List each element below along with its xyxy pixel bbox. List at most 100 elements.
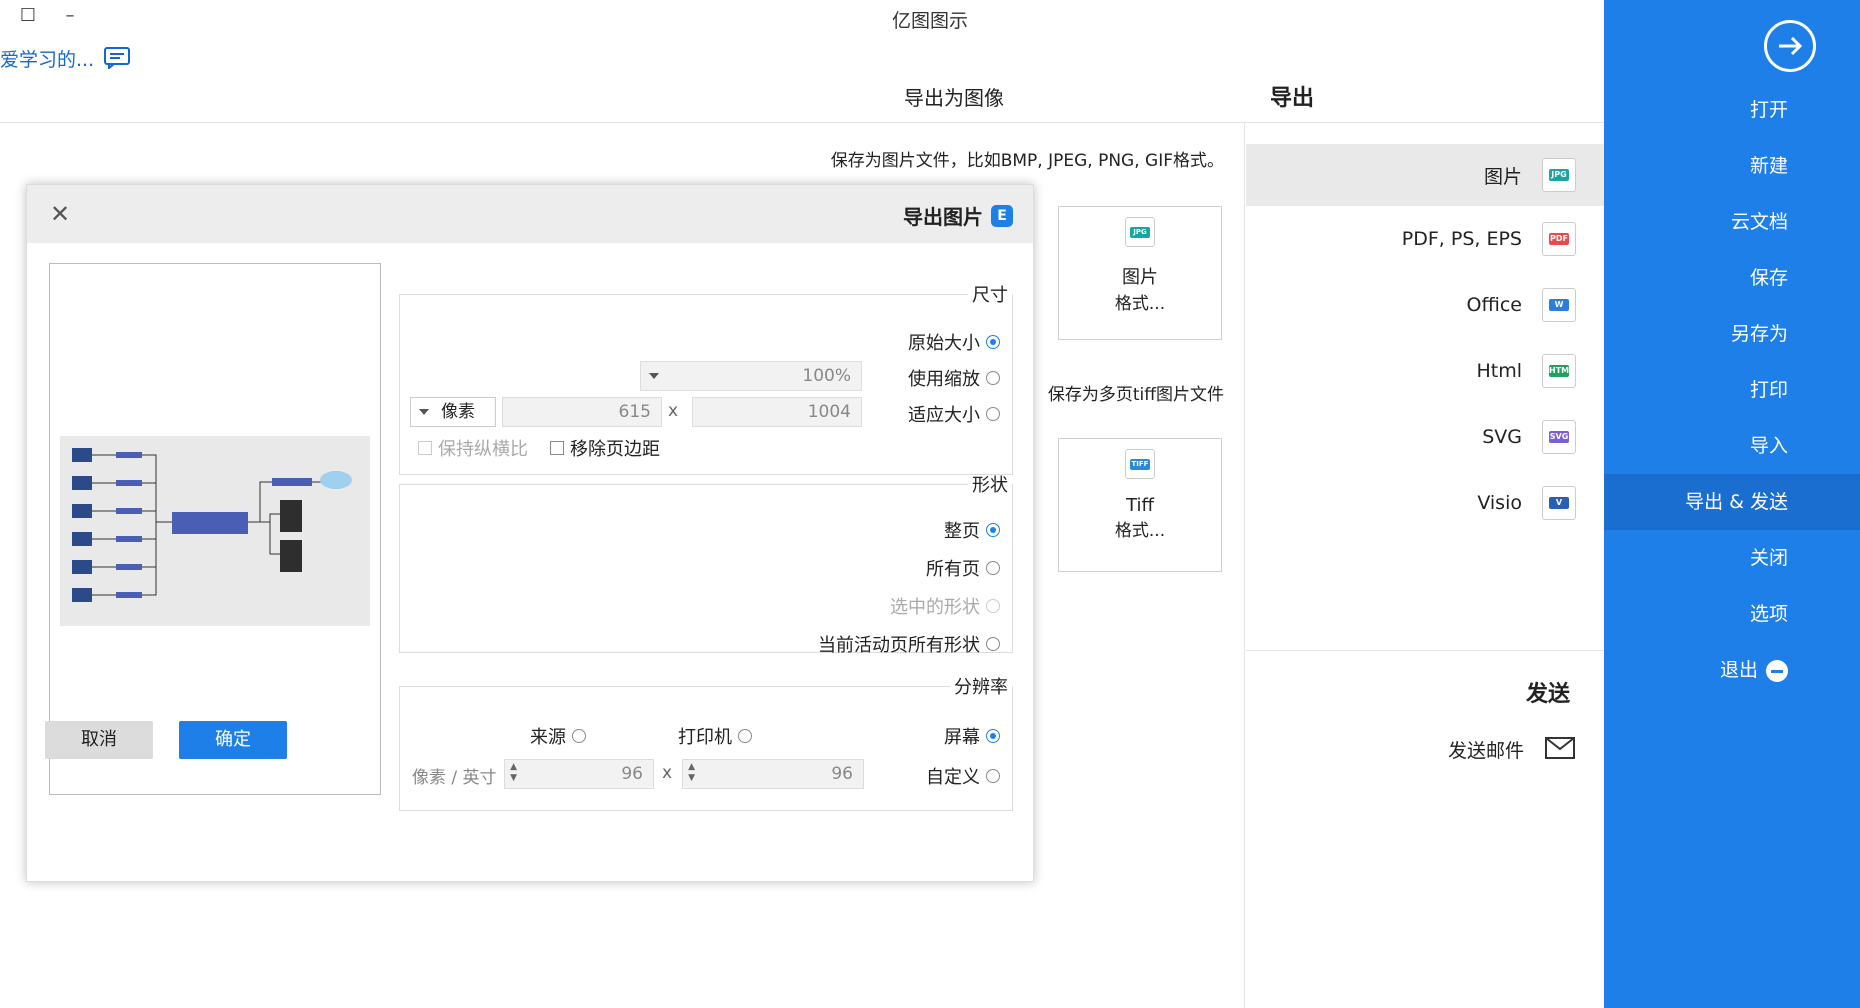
format-label: 图片 (1483, 165, 1522, 188)
sidebar-item-import[interactable]: 导入 (1604, 418, 1860, 474)
keep-ratio-option[interactable]: 保持纵横比 (418, 435, 528, 461)
unit-select[interactable]: 像素 (410, 397, 496, 427)
export-image-dialog: 导出图片 E ✕ 尺寸 原始大小 使用缩放 100% 适应大小 1004 x 6… (26, 184, 1034, 882)
fit-size-option[interactable]: 适应大小 (908, 401, 1000, 427)
card-title: Tiff (1126, 495, 1154, 516)
network-diagram-thumbnail (72, 448, 352, 602)
preview-panel (49, 263, 381, 795)
send-mail-item[interactable]: 发送邮件 (1246, 718, 1604, 780)
current-page-shapes-option[interactable]: 当前活动页所有形状 (818, 631, 1000, 657)
radio-button[interactable] (572, 729, 586, 743)
dpi-x-input[interactable]: ▲ ▼ 96 (682, 759, 864, 789)
zoom-select[interactable]: 100% (640, 361, 862, 391)
format-label: Visio (1477, 492, 1522, 514)
image-format-card[interactable]: JPG 图片 格式... (1058, 206, 1222, 340)
send-heading: 发送 (1525, 682, 1570, 707)
spinner-icon[interactable]: ▲ ▼ (507, 762, 517, 784)
html-file-icon: HTML (1542, 354, 1576, 388)
sidebar-item-print[interactable]: 打印 (1604, 362, 1860, 418)
cancel-button[interactable]: 取消 (45, 721, 153, 759)
send-mail-label: 发送邮件 (1447, 739, 1524, 762)
tiff-file-icon: TIFF (1125, 449, 1155, 479)
pdf-file-icon: PDF (1542, 222, 1576, 256)
remove-margin-option[interactable]: 移除页边距 (550, 435, 660, 461)
resolution-unit: 像素 / 英寸 (412, 768, 497, 788)
height-input[interactable]: 615 (502, 397, 662, 427)
format-label: SVG (1482, 426, 1522, 448)
maximize-button[interactable]: ☐ (8, 2, 48, 30)
dpi-y-input[interactable]: ▲ ▼ 96 (504, 759, 654, 789)
dialog-header: 导出图片 E ✕ (27, 185, 1033, 243)
jpg-file-icon: JPG (1125, 217, 1155, 247)
times-sign: x (662, 763, 673, 783)
radio-button[interactable] (986, 637, 1000, 651)
radio-button[interactable] (986, 335, 1000, 349)
resolution-group: 分辨率 屏幕 打印机 来源 自定义 ▲ ▼ 96 x ▲ ▼ 96 像素 / 英寸 (399, 673, 1013, 811)
dialog-title: 导出图片 E (903, 201, 1013, 230)
format-item-svg[interactable]: SVG SVG (1246, 406, 1604, 468)
divider (1244, 122, 1245, 1008)
sidebar-item-options[interactable]: 选项 (1604, 586, 1860, 642)
sidebar-item-exit[interactable]: 退出 (1604, 642, 1860, 698)
card-title: 图片 (1122, 267, 1158, 288)
card-subtitle: 格式... (1114, 521, 1166, 541)
format-item-pdf[interactable]: PDF, PS, EPS PDF (1246, 208, 1604, 270)
screen-option[interactable]: 屏幕 (944, 723, 1000, 749)
radio-button[interactable] (738, 729, 752, 743)
times-sign: x (668, 401, 679, 421)
svg-file-icon: SVG (1542, 420, 1576, 454)
close-icon[interactable]: ✕ (45, 199, 75, 229)
width-input[interactable]: 1004 (692, 397, 862, 427)
title-bar: 亿图图示 ☐ – (0, 0, 1600, 40)
whole-page-option[interactable]: 整页 (944, 517, 1000, 543)
radio-button[interactable] (986, 561, 1000, 575)
jpg-file-icon: JPG (1542, 158, 1576, 192)
back-button[interactable] (1764, 20, 1816, 72)
section-divider (1246, 650, 1604, 651)
all-pages-option[interactable]: 所有页 (926, 555, 1000, 581)
sidebar-item-open[interactable]: 打开 (1604, 82, 1860, 138)
radio-button[interactable] (986, 769, 1000, 783)
format-item-visio[interactable]: Visio V (1246, 472, 1604, 534)
export-heading: 导出 (1269, 86, 1314, 111)
sidebar-item-export-send[interactable]: 导出 & 发送 (1604, 474, 1860, 530)
sidebar-item-cloud[interactable]: 云文档 (1604, 194, 1860, 250)
sidebar-item-save-as[interactable]: 另存为 (1604, 306, 1860, 362)
radio-button[interactable] (986, 407, 1000, 421)
confirm-button[interactable]: 确定 (179, 721, 287, 759)
resolution-legend: 分辨率 (954, 677, 1008, 698)
radio-button[interactable] (986, 599, 1000, 613)
export-header: 导出 导出为图像 (0, 76, 1604, 123)
printer-option[interactable]: 打印机 (678, 723, 752, 749)
word-file-icon: W (1542, 288, 1576, 322)
format-item-office[interactable]: Office W (1246, 274, 1604, 336)
sidebar-item-save[interactable]: 保存 (1604, 250, 1860, 306)
sidebar-item-new[interactable]: 新建 (1604, 138, 1860, 194)
custom-option[interactable]: 自定义 (926, 763, 1000, 789)
radio-button[interactable] (986, 371, 1000, 385)
spinner-icon[interactable]: ▲ ▼ (685, 762, 695, 784)
tiff-format-description: 保存为多页tiff图片文件 (1047, 385, 1224, 405)
original-size-option[interactable]: 原始大小 (908, 329, 1000, 355)
checkbox[interactable] (418, 441, 432, 455)
minimize-button[interactable]: – (50, 2, 90, 30)
tiff-format-card[interactable]: TIFF Tiff 格式... (1058, 438, 1222, 572)
source-option[interactable]: 来源 (530, 723, 586, 749)
user-name: 爱学习的... (0, 48, 95, 71)
mail-icon (1545, 737, 1575, 759)
arrow-right-icon (1779, 36, 1803, 56)
radio-button[interactable] (986, 523, 1000, 537)
app-title: 亿图图示 (891, 10, 968, 32)
radio-button[interactable] (986, 729, 1000, 743)
selected-shapes-option[interactable]: 选中的形状 (890, 593, 1000, 619)
format-item-html[interactable]: Html HTML (1246, 340, 1604, 402)
format-item-image[interactable]: 图片 JPG (1246, 144, 1604, 206)
checkbox[interactable] (550, 441, 564, 455)
format-label: PDF, PS, EPS (1401, 228, 1522, 250)
use-zoom-option[interactable]: 使用缩放 (908, 365, 1000, 391)
file-menu-sidebar: 打开 新建 云文档 保存 另存为 打印 导入 导出 & 发送 关闭 选项 退出 (1604, 0, 1860, 1008)
diagram-preview-image (60, 436, 370, 626)
user-account-link[interactable]: 爱学习的... (0, 40, 131, 76)
dialog-title-text: 导出图片 (903, 205, 983, 229)
sidebar-item-close[interactable]: 关闭 (1604, 530, 1860, 586)
